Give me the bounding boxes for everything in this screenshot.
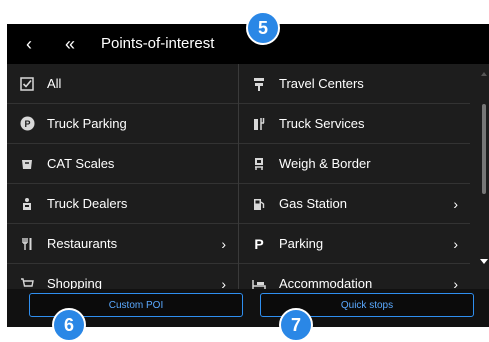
poi-item-label: Weigh & Border [279, 156, 371, 171]
scale-icon [251, 156, 267, 172]
poi-item-label: All [47, 76, 62, 91]
back-to-map-button[interactable]: « [57, 24, 83, 64]
chevron-right-icon: › [221, 235, 226, 252]
column-divider [238, 64, 239, 309]
poi-item-label: Travel Centers [279, 76, 364, 91]
list-scrollbar[interactable] [479, 64, 489, 309]
scroll-down-icon[interactable] [480, 259, 488, 264]
cat-scales-icon [19, 156, 35, 172]
poi-item-all[interactable]: All [7, 64, 238, 104]
poi-item-label: Truck Parking [47, 116, 127, 131]
poi-column-left: All P Truck Parking CAT Scales Truck Dea… [7, 64, 238, 304]
back-button[interactable]: ‹ [19, 24, 39, 64]
chevron-left-icon: ‹ [26, 33, 32, 54]
fuel-pump-icon [251, 196, 267, 212]
poi-item-truck-dealers[interactable]: Truck Dealers [7, 184, 238, 224]
chevron-right-icon: › [453, 235, 458, 252]
poi-column-right: Travel Centers Truck Services Weigh & Bo… [239, 64, 470, 304]
poi-item-label: Gas Station [279, 196, 347, 211]
poi-item-label: CAT Scales [47, 156, 115, 171]
poi-item-parking[interactable]: P Parking › [239, 224, 470, 264]
poi-item-weigh-border[interactable]: Weigh & Border [239, 144, 470, 184]
poi-item-label: Truck Services [279, 116, 365, 131]
callout-badge-5: 5 [246, 11, 280, 45]
chevron-right-icon: › [453, 195, 458, 212]
checkbox-icon [19, 76, 35, 92]
fork-knife-icon [19, 236, 35, 252]
double-chevron-left-icon: « [64, 33, 75, 54]
parking-circle-icon: P [19, 116, 35, 132]
page-title: Points-of-interest [101, 35, 215, 52]
poi-screen: ‹ « Points-of-interest All P Truck Parki… [7, 24, 489, 327]
poi-item-restaurants[interactable]: Restaurants › [7, 224, 238, 264]
poi-item-travel-centers[interactable]: Travel Centers [239, 64, 470, 104]
poi-item-truck-parking[interactable]: P Truck Parking [7, 104, 238, 144]
tools-icon [251, 116, 267, 132]
scrollbar-thumb[interactable] [482, 104, 486, 194]
scroll-up-icon[interactable] [481, 72, 487, 76]
poi-item-label: Parking [279, 236, 324, 251]
dealer-icon [19, 196, 35, 212]
poi-item-truck-services[interactable]: Truck Services [239, 104, 470, 144]
poi-item-cat-scales[interactable]: CAT Scales [7, 144, 238, 184]
travel-center-icon [251, 76, 267, 92]
poi-item-label: Truck Dealers [47, 196, 128, 211]
svg-text:P: P [24, 119, 30, 129]
parking-p-icon: P [254, 235, 264, 252]
poi-list: All P Truck Parking CAT Scales Truck Dea… [7, 64, 479, 309]
poi-item-gas-station[interactable]: Gas Station › [239, 184, 470, 224]
poi-item-label: Restaurants [47, 236, 118, 251]
